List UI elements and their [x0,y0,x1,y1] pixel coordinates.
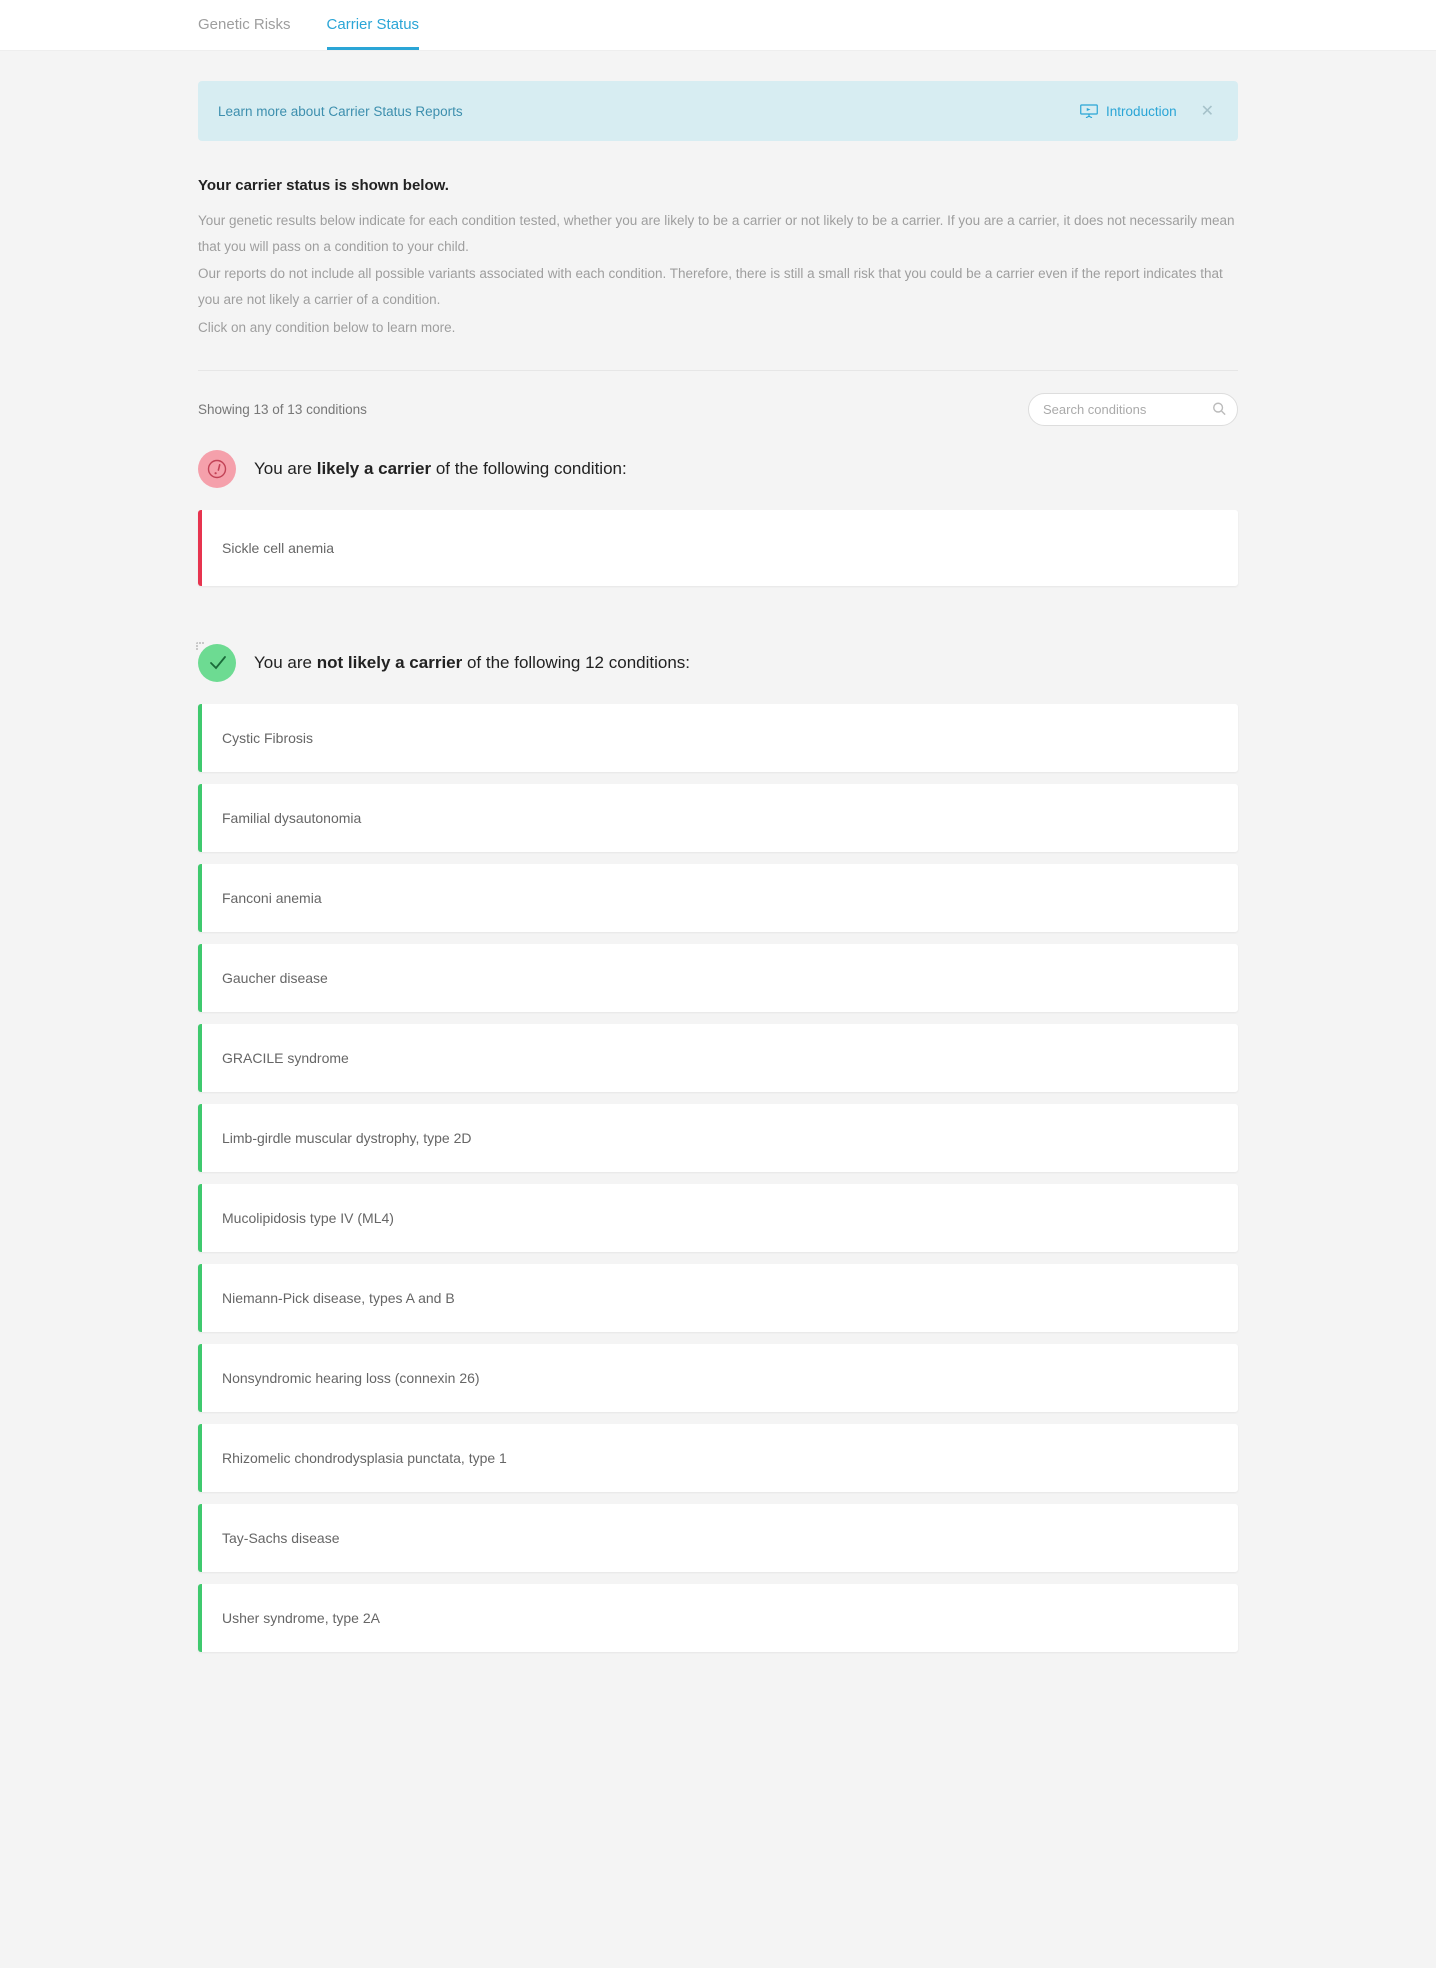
likely-section-title: You are likely a carrier of the followin… [254,459,627,479]
alert-icon [198,450,236,488]
info-banner: Learn more about Carrier Status Reports … [198,81,1238,141]
presentation-icon [1080,104,1098,118]
condition-card[interactable]: Limb-girdle muscular dystrophy, type 2D [198,1104,1238,1172]
search-input[interactable] [1028,393,1238,426]
tab-carrier-status[interactable]: Carrier Status [327,0,420,50]
introduction-link-label: Introduction [1106,104,1177,119]
info-banner-text: Learn more about Carrier Status Reports [218,104,463,119]
results-count: Showing 13 of 13 conditions [198,402,367,417]
condition-card[interactable]: Usher syndrome, type 2A [198,1584,1238,1652]
introduction-link[interactable]: Introduction [1080,104,1177,119]
condition-card[interactable]: Niemann-Pick disease, types A and B [198,1264,1238,1332]
intro-paragraph-2: Our reports do not include all possible … [198,261,1238,312]
search-wrap [1028,393,1238,426]
divider [198,370,1238,371]
condition-card[interactable]: Fanconi anemia [198,864,1238,932]
condition-card[interactable]: Rhizomelic chondrodysplasia punctata, ty… [198,1424,1238,1492]
condition-card[interactable]: Sickle cell anemia [198,510,1238,586]
condition-card[interactable]: Tay-Sachs disease [198,1504,1238,1572]
tab-bar: Genetic Risks Carrier Status [0,0,1436,51]
tab-genetic-risks[interactable]: Genetic Risks [198,0,291,50]
intro-paragraph-3: Click on any condition below to learn mo… [198,315,1238,341]
condition-card[interactable]: Familial dysautonomia [198,784,1238,852]
condition-card[interactable]: Nonsyndromic hearing loss (connexin 26) [198,1344,1238,1412]
intro-paragraph-1: Your genetic results below indicate for … [198,208,1238,259]
not-likely-section-title: You are not likely a carrier of the foll… [254,653,690,673]
not-likely-section-header: You are not likely a carrier of the foll… [198,644,1238,682]
close-icon[interactable]: ✕ [1197,99,1218,123]
condition-card[interactable]: Cystic Fibrosis [198,704,1238,772]
condition-card[interactable]: GRACILE syndrome [198,1024,1238,1092]
check-icon [198,644,236,682]
condition-card[interactable]: Mucolipidosis type IV (ML4) [198,1184,1238,1252]
page-headline: Your carrier status is shown below. [198,177,1238,194]
condition-card[interactable]: Gaucher disease [198,944,1238,1012]
likely-section-header: You are likely a carrier of the followin… [198,450,1238,488]
